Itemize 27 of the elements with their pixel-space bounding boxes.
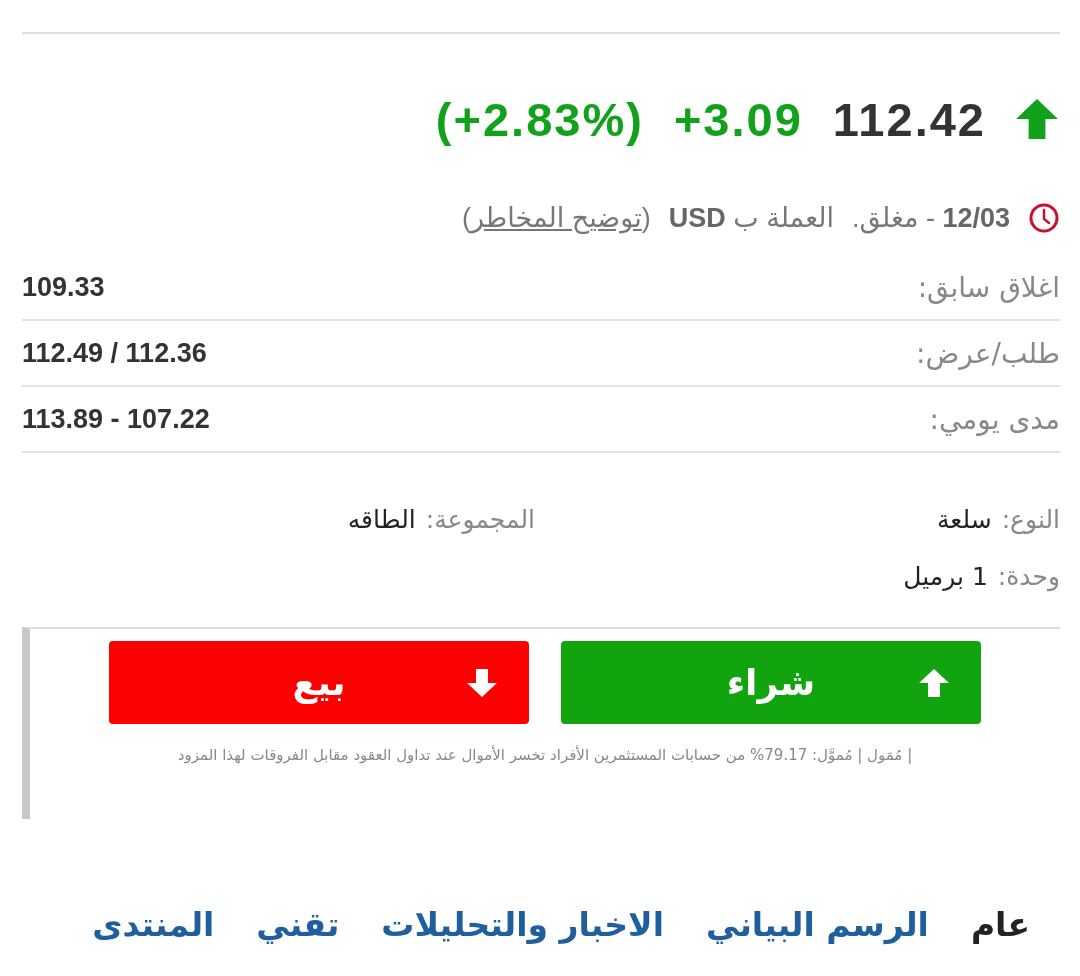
sell-button[interactable]: بيع bbox=[109, 641, 529, 724]
stat-label: مدى يومي: bbox=[929, 402, 1060, 436]
stat-label: اغلاق سابق: bbox=[917, 270, 1060, 304]
detail-value: الطاقه bbox=[347, 505, 416, 534]
stat-value: 113.89 - 107.22 bbox=[22, 403, 210, 435]
clock-icon bbox=[1028, 202, 1060, 234]
change-percent-text: (+2.83%) bbox=[435, 91, 644, 147]
stat-label: طلب/عرض: bbox=[916, 336, 1060, 370]
detail-value: 1 برميل bbox=[903, 562, 988, 591]
risk-disclaimer-text: | مُمَول | مُموَّل: 79.17% من حسابات المستثمرين الأفراد تخسر الأموال عند تداول العقود مقابل الفروقات لهذا المزود bbox=[176, 746, 914, 764]
risk-disclosure-link[interactable]: ( توضيح المخاطر) bbox=[461, 202, 651, 234]
change-text: +3.09 bbox=[673, 91, 803, 147]
nav-tab[interactable]: تقني bbox=[256, 905, 340, 944]
detail-label: وحدة: bbox=[997, 562, 1060, 591]
nav-tab[interactable]: الرسم البياني bbox=[706, 905, 929, 944]
nav-tab[interactable]: الاخبار والتحليلات bbox=[381, 905, 664, 944]
stat-value: 112.49 / 112.36 bbox=[22, 337, 207, 369]
down-arrow-icon bbox=[467, 668, 497, 697]
buy-button[interactable]: شراء bbox=[561, 641, 981, 724]
price-text: 112.42 bbox=[832, 91, 986, 147]
stat-value: 109.33 bbox=[22, 271, 105, 303]
detail-label: المجموعة: bbox=[425, 505, 535, 534]
nav-tab[interactable]: المنتدى bbox=[92, 905, 215, 944]
up-arrow-icon bbox=[919, 668, 949, 697]
detail-label: النوع: bbox=[1001, 505, 1060, 534]
nav-tab[interactable]: عام bbox=[970, 905, 1030, 944]
detail-value: سلعة bbox=[936, 505, 992, 534]
